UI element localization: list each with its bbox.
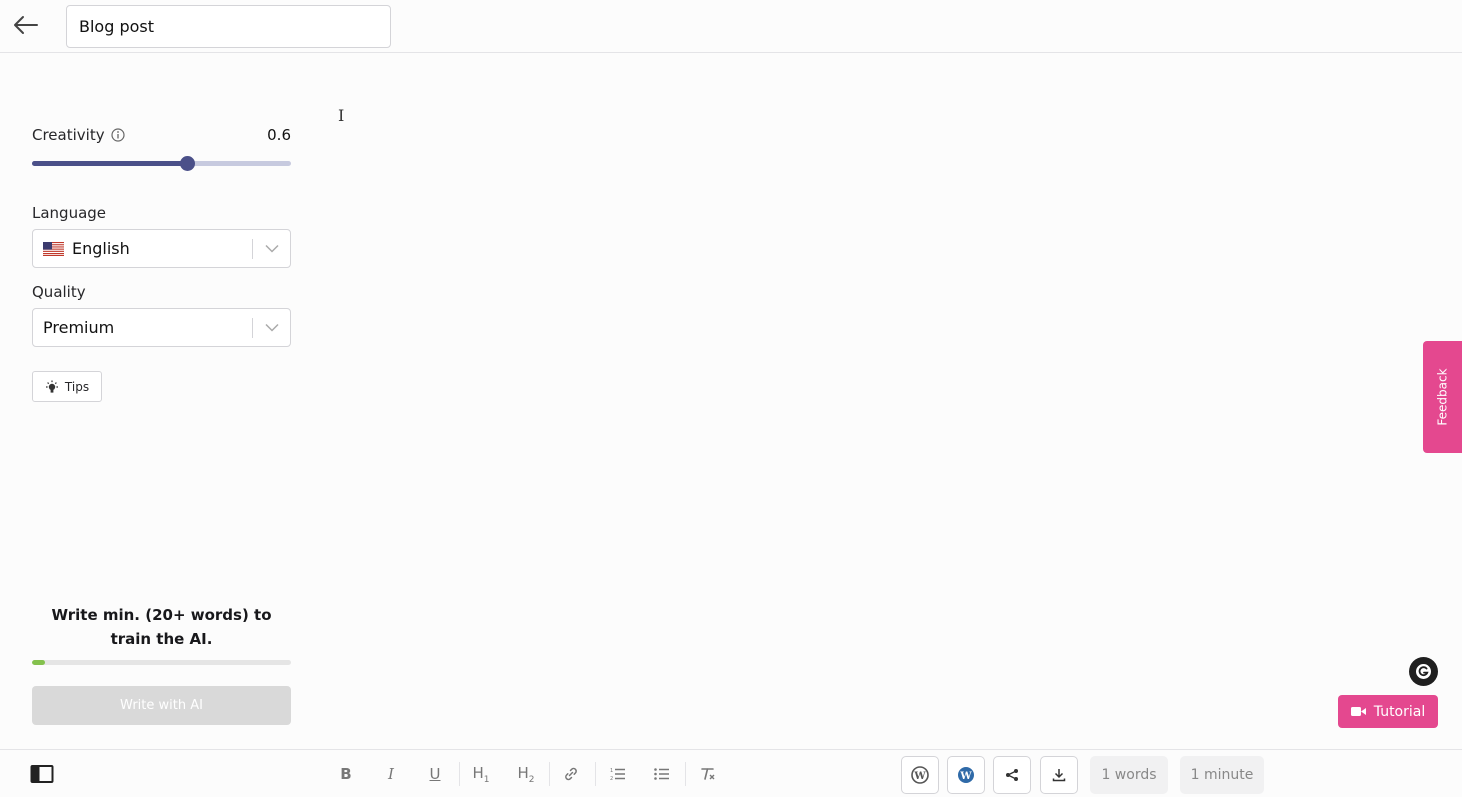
toolbar-separator — [459, 762, 460, 786]
share-button[interactable] — [993, 756, 1031, 794]
sidebar-toggle-icon — [30, 765, 54, 783]
bullet-list-icon — [654, 768, 669, 780]
svg-text:W: W — [913, 771, 926, 782]
info-icon[interactable] — [110, 128, 125, 142]
underline-button[interactable]: U — [422, 762, 448, 786]
clear-format-button[interactable] — [695, 762, 721, 786]
chevron-down-icon — [264, 323, 279, 332]
heading2-icon: H2 — [517, 763, 535, 785]
toolbar-separator — [595, 762, 596, 786]
language-label: Language — [32, 204, 107, 222]
back-button[interactable] — [12, 12, 40, 38]
bullet-list-button[interactable] — [649, 762, 675, 786]
document-title-input[interactable] — [66, 5, 391, 48]
training-progress-fill — [32, 660, 45, 665]
ordered-list-icon: 1 2 — [610, 768, 625, 781]
training-message: Write min. (20+ words) to train the AI. — [51, 606, 272, 648]
language-selected: English — [72, 239, 130, 258]
italic-icon: I — [388, 765, 394, 783]
tips-button[interactable]: Tips — [32, 371, 102, 402]
creativity-row: Creativity 0.6 — [32, 126, 291, 144]
language-select[interactable]: English — [32, 229, 291, 268]
quality-label: Quality — [32, 283, 86, 301]
grammarly-button[interactable] — [1409, 657, 1438, 686]
grammarly-icon — [1416, 664, 1431, 679]
video-camera-icon — [1350, 707, 1366, 716]
sidebar-toggle-button[interactable] — [30, 764, 54, 784]
underline-icon: U — [429, 765, 441, 783]
feedback-label: Feedback — [1435, 368, 1450, 426]
chevron-down-icon — [264, 244, 279, 253]
tutorial-label: Tutorial — [1373, 703, 1426, 720]
training-progress — [32, 660, 291, 665]
us-flag-icon — [43, 241, 64, 256]
creativity-label: Creativity — [32, 126, 105, 144]
top-bar — [0, 0, 1462, 53]
creativity-slider[interactable] — [32, 156, 291, 171]
word-count: 1 words — [1090, 756, 1168, 794]
bold-icon: B — [340, 765, 352, 783]
heading1-button[interactable]: H1 — [468, 762, 494, 786]
arrow-left-icon — [14, 16, 38, 34]
tutorial-button[interactable]: Tutorial — [1338, 695, 1438, 728]
italic-button[interactable]: I — [378, 762, 404, 786]
settings-sidebar: Creativity 0.6 Language English Quality … — [32, 53, 291, 749]
link-icon — [565, 767, 577, 781]
lightbulb-icon — [45, 380, 58, 393]
wordpress-export-button[interactable]: W — [901, 756, 939, 794]
download-button[interactable] — [1040, 756, 1078, 794]
link-button[interactable] — [558, 762, 584, 786]
download-icon — [1052, 769, 1066, 782]
feedback-tab[interactable]: Feedback — [1423, 341, 1462, 453]
write-with-ai-button[interactable]: Write with AI — [32, 686, 291, 725]
quality-selected: Premium — [43, 318, 115, 337]
heading2-button[interactable]: H2 — [513, 762, 539, 786]
slider-thumb[interactable] — [180, 156, 196, 171]
wordpress-icon: W — [958, 767, 974, 783]
clear-format-icon — [701, 768, 715, 780]
toolbar-separator — [685, 762, 686, 786]
reading-time: 1 minute — [1180, 756, 1264, 794]
text-cursor: I — [338, 106, 345, 125]
tips-label: Tips — [64, 379, 90, 394]
heading1-icon: H1 — [472, 763, 490, 785]
toolbar-separator — [549, 762, 550, 786]
slider-fill — [32, 161, 188, 166]
wordpress-icon: W — [911, 766, 929, 784]
bottom-toolbar: B I U H1 H2 1 2 W W 1 words 1 minute — [0, 749, 1462, 797]
wordpress-publish-button[interactable]: W — [947, 756, 985, 794]
bold-button[interactable]: B — [333, 762, 359, 786]
svg-text:W: W — [959, 771, 972, 782]
ordered-list-button[interactable]: 1 2 — [605, 762, 631, 786]
creativity-value: 0.6 — [267, 126, 291, 144]
svg-text:1: 1 — [610, 768, 613, 774]
share-icon — [1006, 769, 1018, 781]
svg-text:2: 2 — [610, 776, 613, 781]
quality-select[interactable]: Premium — [32, 308, 291, 347]
